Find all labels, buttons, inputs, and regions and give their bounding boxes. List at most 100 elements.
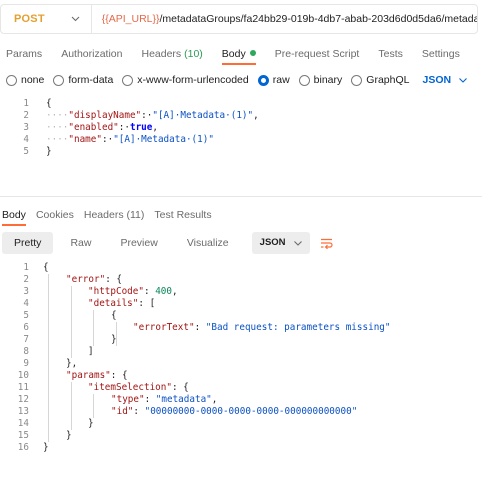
radio-none[interactable]: none bbox=[6, 74, 44, 86]
tab-authorization[interactable]: Authorization bbox=[61, 48, 122, 60]
radio-graphql[interactable]: GraphQL bbox=[351, 74, 409, 86]
response-tab-test-results[interactable]: Test Results bbox=[154, 209, 211, 221]
line-number: 16 bbox=[17, 442, 29, 453]
json-line: "details": [ bbox=[88, 298, 156, 309]
line-number: 10 bbox=[17, 370, 29, 381]
radio-circle bbox=[351, 74, 363, 86]
tab-body[interactable]: Body bbox=[221, 48, 256, 65]
code-line: 5 bbox=[0, 146, 29, 158]
code-line: 2 bbox=[0, 274, 29, 286]
body-indicator-dot bbox=[249, 50, 256, 56]
request-tabs: Params Authorization Headers (10) Body P… bbox=[0, 44, 479, 65]
tab-headers[interactable]: Headers (10) bbox=[141, 48, 202, 60]
line-number: 14 bbox=[17, 418, 29, 429]
response-headers-count: (11) bbox=[126, 209, 145, 221]
json-line: ····"name":·"[A]·Metadata·(1)" bbox=[46, 134, 214, 145]
json-brace: } bbox=[111, 334, 117, 345]
pane-divider[interactable] bbox=[0, 196, 482, 197]
code-line: 6 bbox=[0, 322, 29, 334]
indent-guide bbox=[93, 310, 94, 346]
view-pretty[interactable]: Pretty bbox=[2, 232, 54, 254]
chevron-down-icon bbox=[293, 240, 302, 246]
line-number: 5 bbox=[23, 146, 29, 157]
json-brace: } bbox=[46, 146, 52, 157]
response-tab-headers-label: Headers bbox=[83, 209, 124, 221]
line-number: 2 bbox=[23, 110, 29, 121]
tab-headers-label: Headers bbox=[141, 48, 182, 60]
code-line: 3 bbox=[0, 122, 29, 134]
line-number: 4 bbox=[23, 134, 29, 145]
json-brace: } bbox=[66, 430, 72, 441]
tab-settings[interactable]: Settings bbox=[422, 48, 460, 60]
json-brace: { bbox=[46, 98, 52, 109]
radio-urlencoded[interactable]: x-www-form-urlencoded bbox=[122, 74, 249, 86]
view-raw[interactable]: Raw bbox=[58, 232, 103, 254]
wrap-lines-icon bbox=[321, 238, 333, 249]
line-number: 1 bbox=[23, 98, 29, 109]
response-language-dropdown[interactable]: JSON bbox=[251, 232, 310, 254]
body-language-dropdown[interactable]: JSON bbox=[422, 74, 467, 86]
radio-circle bbox=[122, 74, 134, 86]
code-line: 1 bbox=[0, 98, 29, 110]
code-line: 4 bbox=[0, 134, 29, 146]
method-dropdown[interactable]: POST bbox=[1, 5, 92, 33]
json-line: "error": { bbox=[66, 274, 122, 285]
json-brace: } bbox=[88, 418, 94, 429]
request-url-bar: POST {{API_URL}}/metadataGroups/fa24bb29… bbox=[0, 4, 478, 34]
json-line: ····"displayName":·"[A]·Metadata·(1)", bbox=[46, 110, 259, 121]
response-tab-headers[interactable]: Headers (11) bbox=[84, 209, 145, 221]
line-number: 3 bbox=[23, 286, 29, 297]
code-line: 1 bbox=[0, 262, 29, 274]
line-number: 8 bbox=[23, 346, 29, 357]
request-body-editor[interactable]: 1 2 3 4 5 { ····"displayName":·"[A]·Meta… bbox=[0, 98, 482, 190]
radio-label: raw bbox=[272, 74, 290, 86]
tab-pre-request-script[interactable]: Pre-request Script bbox=[275, 48, 360, 60]
line-number: 12 bbox=[17, 394, 29, 405]
line-number: 7 bbox=[23, 334, 29, 345]
chevron-down-icon bbox=[71, 16, 80, 22]
url-variable: {{API_URL}} bbox=[101, 13, 160, 25]
response-tabs: Body Cookies Headers (11) Test Results bbox=[0, 206, 222, 226]
radio-circle bbox=[298, 74, 310, 86]
code-line: 5 bbox=[0, 310, 29, 322]
tab-tests[interactable]: Tests bbox=[378, 48, 403, 60]
radio-label: none bbox=[21, 74, 45, 86]
wrap-lines-button[interactable] bbox=[316, 232, 338, 254]
response-tab-cookies[interactable]: Cookies bbox=[36, 209, 74, 221]
radio-form-data[interactable]: form-data bbox=[53, 74, 113, 86]
view-preview[interactable]: Preview bbox=[108, 232, 169, 254]
body-language-label: JSON bbox=[422, 74, 452, 86]
radio-label: GraphQL bbox=[366, 74, 410, 86]
url-input[interactable]: {{API_URL}}/metadataGroups/fa24bb29-019b… bbox=[92, 13, 477, 25]
radio-circle bbox=[53, 74, 65, 86]
radio-circle bbox=[6, 74, 17, 86]
response-language-label: JSON bbox=[259, 237, 286, 248]
line-number: 2 bbox=[23, 274, 29, 285]
view-visualize[interactable]: Visualize bbox=[175, 232, 241, 254]
method-label: POST bbox=[14, 13, 45, 25]
json-line: "type": "metadata", bbox=[111, 394, 218, 405]
line-number: 11 bbox=[17, 382, 29, 393]
code-line: 15 bbox=[0, 430, 29, 442]
url-path: /metadataGroups/fa24bb29-019b-4db7-abab-… bbox=[159, 13, 477, 25]
tab-params[interactable]: Params bbox=[6, 48, 42, 60]
line-number: 6 bbox=[23, 322, 29, 333]
radio-raw[interactable]: raw bbox=[257, 74, 290, 86]
code-line: 9 bbox=[0, 358, 29, 370]
indent-guide bbox=[71, 382, 72, 430]
radio-binary[interactable]: binary bbox=[298, 74, 343, 86]
code-line: 4 bbox=[0, 298, 29, 310]
line-number: 5 bbox=[23, 310, 29, 321]
radio-label: binary bbox=[313, 74, 343, 86]
response-body-viewer[interactable]: 1 2 3 4 5 6 7 8 9 10 11 12 13 14 15 16 {… bbox=[0, 262, 482, 480]
code-line: 16 bbox=[0, 442, 29, 454]
json-bracket: ] bbox=[88, 346, 94, 357]
response-tab-body[interactable]: Body bbox=[2, 209, 26, 226]
json-line: "httpCode": 400, bbox=[88, 286, 178, 297]
radio-circle-checked bbox=[257, 74, 269, 86]
line-number: 4 bbox=[23, 298, 29, 309]
json-line: "itemSelection": { bbox=[88, 382, 189, 393]
tab-body-label: Body bbox=[221, 48, 246, 60]
line-number: 9 bbox=[23, 358, 29, 369]
line-number: 1 bbox=[23, 262, 29, 273]
